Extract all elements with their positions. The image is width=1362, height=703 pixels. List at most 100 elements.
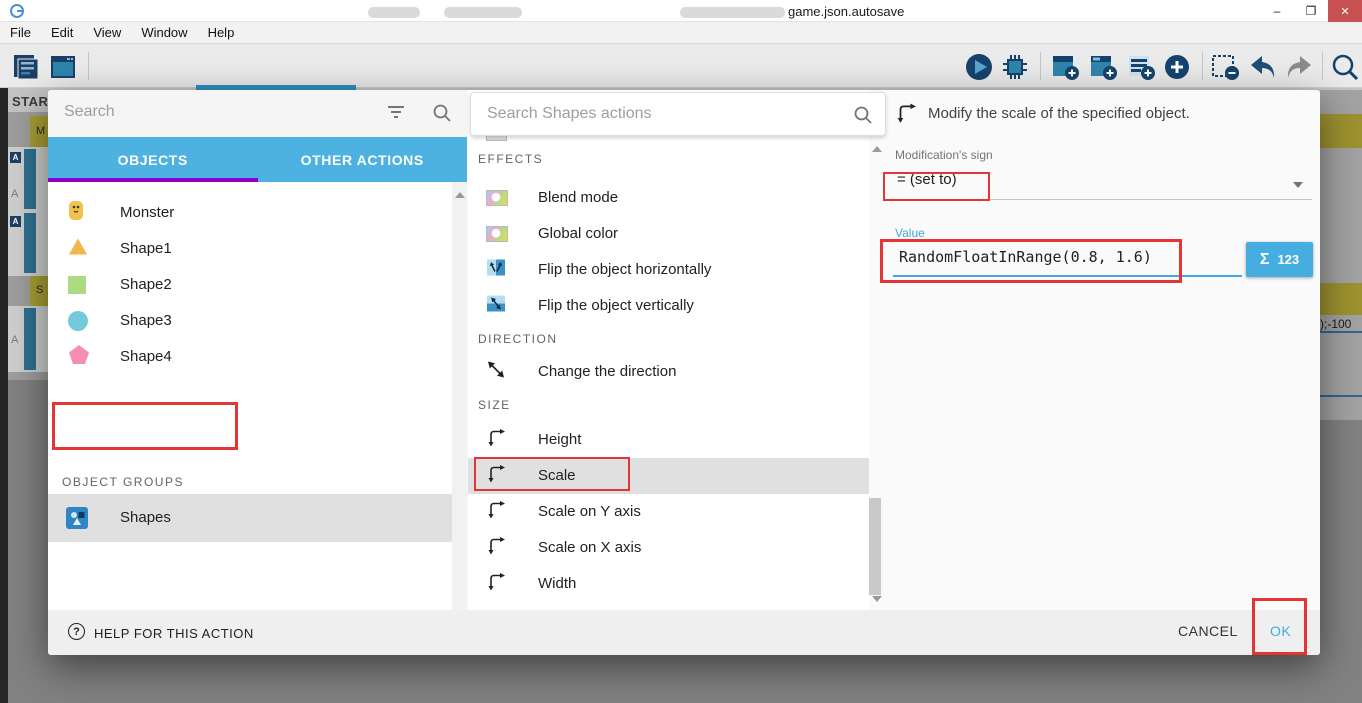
group-row-shapes[interactable]: Shapes [48, 494, 452, 542]
comment-text: S [36, 284, 44, 296]
search-events-button[interactable] [1330, 52, 1360, 82]
object-chooser-tabs: OBJECTS OTHER ACTIONS [48, 137, 467, 182]
action-label: Height [538, 431, 582, 448]
triangle-object-icon [68, 238, 88, 261]
actions-search-field[interactable]: Search Shapes actions [470, 92, 886, 136]
menu-edit[interactable]: Edit [41, 25, 83, 40]
object-label: Shape1 [120, 240, 172, 257]
event-condition-bar [24, 308, 36, 370]
square-object-icon [68, 276, 86, 294]
add-sub-event-button[interactable] [1088, 52, 1118, 82]
delete-event-button[interactable] [1210, 52, 1240, 82]
action-row-change-direction[interactable]: Change the direction [468, 354, 869, 390]
action-row-flip-vertically[interactable]: Flip the object vertically [468, 288, 869, 324]
menu-help[interactable]: Help [198, 25, 245, 40]
action-row-width[interactable]: Width [468, 566, 869, 602]
undo-button[interactable] [1248, 52, 1278, 82]
object-row-monster[interactable]: Monster [48, 195, 452, 231]
scale-arrow-icon [895, 102, 917, 129]
tab-other-actions[interactable]: OTHER ACTIONS [258, 137, 468, 182]
objects-list: Monster Shape1 Shape2 Shape3 Shape4 OBJE… [48, 182, 452, 610]
annotation-box-set-to [883, 172, 990, 201]
circle-object-icon [68, 311, 88, 331]
row-border [1320, 395, 1362, 397]
redacted-path-blur [680, 7, 785, 18]
action-letter: A [11, 188, 19, 200]
row-border [1320, 331, 1362, 333]
object-groups-header: OBJECT GROUPS [62, 475, 184, 489]
section-header-direction: DIRECTION [478, 332, 558, 346]
filter-icon[interactable] [388, 106, 404, 118]
action-row-global-color[interactable]: Global color [468, 216, 869, 252]
event-condition-bar [24, 213, 36, 273]
object-row-shape2[interactable]: Shape2 [48, 267, 452, 303]
action-row-scale-x[interactable]: Scale on X axis [468, 530, 869, 566]
search-icon [432, 103, 452, 128]
add-comment-button[interactable] [1126, 52, 1156, 82]
action-row-flip-horizontally[interactable]: Flip the object horizontally [468, 252, 869, 288]
scroll-up-icon[interactable] [872, 146, 882, 152]
help-link[interactable]: HELP FOR THIS ACTION [94, 626, 254, 641]
expression-editor-button[interactable]: Σ 123 [1246, 242, 1313, 277]
actions-scrollbar-thumb[interactable] [869, 498, 881, 595]
minimize-button[interactable]: – [1260, 0, 1294, 22]
object-row-shape1[interactable]: Shape1 [48, 231, 452, 267]
comment-text: M [36, 125, 46, 137]
annotation-box-scale-action [474, 457, 630, 491]
shapes-group-icon [66, 507, 88, 534]
play-button[interactable] [964, 52, 994, 82]
chevron-down-icon[interactable] [1293, 182, 1303, 188]
scale-arrow-icon [486, 428, 506, 453]
menu-window[interactable]: Window [131, 25, 197, 40]
event-sheet-fragment-right: );-100 [1320, 90, 1362, 420]
scale-arrow-icon [486, 500, 506, 525]
action-label: Change the direction [538, 363, 677, 380]
action-letter: A [11, 334, 19, 346]
menu-file[interactable]: File [0, 25, 41, 40]
action-editor-dialog: Search OBJECTS OTHER ACTIONS Monster Sha… [48, 90, 1320, 655]
group-label: Shapes [120, 509, 171, 526]
close-button[interactable]: ✕ [1328, 0, 1362, 22]
titlebar: game.json.autosave – ❐ ✕ [0, 0, 1362, 22]
toolbar-separator [1202, 52, 1203, 80]
object-row-shape4[interactable]: Shape4 [48, 339, 452, 375]
add-more-button[interactable] [1162, 52, 1192, 82]
action-row-scale-y[interactable]: Scale on Y axis [468, 494, 869, 530]
object-search-field[interactable]: Search [48, 90, 467, 137]
redo-button[interactable] [1284, 52, 1314, 82]
object-row-shape3[interactable]: Shape3 [48, 303, 452, 339]
tab-other-actions-label: OTHER ACTIONS [300, 151, 424, 168]
scroll-down-icon[interactable] [872, 596, 882, 602]
action-label: Scale on X axis [538, 539, 642, 556]
toolbar-separator [1040, 52, 1041, 80]
toolbar-separator [88, 52, 89, 80]
add-event-button[interactable] [1050, 52, 1080, 82]
scene-editor-icon[interactable] [48, 52, 78, 82]
restore-button[interactable]: ❐ [1294, 0, 1328, 22]
action-row-blend-mode[interactable]: Blend mode [468, 180, 869, 216]
project-manager-icon[interactable] [10, 52, 40, 82]
section-header-effects: EFFECTS [478, 152, 544, 166]
value-label: Value [895, 226, 925, 240]
help-icon[interactable]: ? [68, 623, 85, 640]
toolbar [0, 44, 1362, 88]
toolbar-separator [1322, 52, 1323, 80]
object-search-placeholder: Search [64, 103, 115, 120]
object-label: Shape3 [120, 312, 172, 329]
numbers-label: 123 [1277, 252, 1300, 267]
global-color-icon [486, 226, 508, 242]
cancel-button[interactable]: CANCEL [1178, 623, 1238, 639]
action-label: Flip the object vertically [538, 297, 694, 314]
action-label: Global color [538, 225, 619, 242]
menu-view[interactable]: View [83, 25, 131, 40]
modification-sign-label: Modification's sign [895, 148, 993, 162]
action-icon: A [10, 216, 21, 227]
scroll-up-icon[interactable] [454, 192, 465, 198]
debug-button[interactable] [1000, 52, 1030, 82]
action-row-height[interactable]: Height [468, 422, 869, 458]
objects-scrollbar[interactable] [452, 182, 467, 610]
tab-objects[interactable]: OBJECTS [48, 137, 258, 182]
change-direction-icon [486, 360, 506, 385]
actions-search-placeholder: Search Shapes actions [487, 105, 652, 122]
redacted-path-blur [368, 7, 420, 18]
